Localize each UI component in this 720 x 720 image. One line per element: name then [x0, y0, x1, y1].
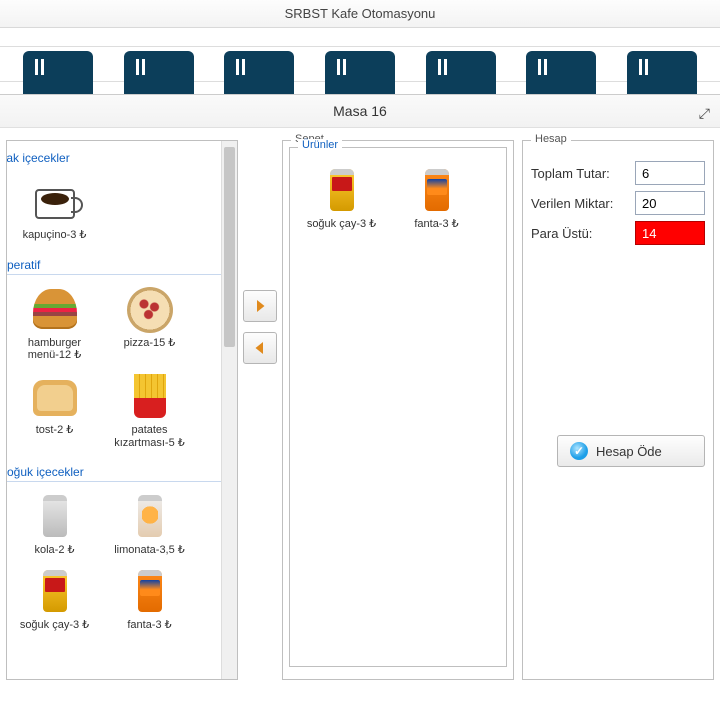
modal-titlebar: Masa 16 ⤢: [0, 95, 720, 128]
product-label: pizza-15 ₺: [124, 337, 176, 349]
product-label: fanta-3 ₺: [127, 619, 171, 631]
pizza-icon: [127, 287, 173, 333]
pay-button[interactable]: ✓ Hesap Öde: [557, 435, 705, 467]
category-hot-drinks: Sıcak içecekler: [6, 147, 235, 167]
given-input[interactable]: [635, 191, 705, 215]
product-label: patates kızartması-5 ₺: [114, 424, 185, 449]
fries-icon: [130, 374, 170, 418]
product-limon[interactable]: limonata-3,5 ₺: [102, 488, 197, 563]
lemonade-icon: [138, 495, 162, 537]
category-aperatif: Aperatif: [6, 254, 235, 275]
pay-button-label: Hesap Öde: [596, 444, 662, 459]
burger-icon: [33, 289, 77, 329]
hesap-legend: Hesap: [531, 133, 571, 145]
change-input[interactable]: [635, 221, 705, 245]
total-input[interactable]: [635, 161, 705, 185]
icetea-can-icon: [330, 169, 354, 211]
fanta-can-icon: [138, 570, 162, 612]
basket-item-icetea[interactable]: soğuk çay-3 ₺: [294, 162, 389, 237]
basket-item-label: soğuk çay-3 ₺: [307, 218, 376, 230]
maximize-icon[interactable]: ⤢: [699, 105, 710, 122]
product-fries[interactable]: patates kızartması-5 ₺: [102, 368, 197, 455]
product-label: hamburger menü-12 ₺: [28, 337, 81, 362]
main-toolstrip: [0, 46, 720, 82]
basket-sublegend: Ürünler: [298, 139, 342, 151]
category-cold-drinks: Soğuk içecekler: [6, 461, 235, 482]
product-label: tost-2 ₺: [36, 424, 74, 436]
basket-panel: Sepet Ürünler soğuk çay-3 ₺ fanta-3 ₺: [282, 140, 514, 680]
product-pizza[interactable]: pizza-15 ₺: [102, 281, 197, 368]
app-titlebar: SRBST Kafe Otomasyonu: [0, 0, 720, 28]
chevron-left-icon: [251, 339, 269, 357]
hesap-panel: Hesap Toplam Tutar: Verilen Miktar: Para…: [522, 140, 714, 680]
product-cola[interactable]: kola-2 ₺: [7, 488, 102, 563]
toast-icon: [33, 380, 77, 416]
given-label: Verilen Miktar:: [531, 196, 635, 211]
product-label: kola-2 ₺: [34, 544, 74, 556]
scroll-thumb[interactable]: [224, 147, 235, 347]
basket-item-label: fanta-3 ₺: [414, 218, 458, 230]
product-label: soğuk çay-3 ₺: [20, 619, 89, 631]
given-row: Verilen Miktar:: [531, 191, 705, 215]
chevron-right-icon: [251, 297, 269, 315]
change-label: Para Üstü:: [531, 226, 635, 241]
product-toast[interactable]: tost-2 ₺: [7, 368, 102, 455]
product-label: kapuçino-3 ₺: [23, 229, 87, 241]
check-icon: ✓: [570, 442, 588, 460]
order-modal: Masa 16 ⤢ Sıcak içecekler kapuçino-3 ₺ A…: [0, 94, 720, 720]
total-label: Toplam Tutar:: [531, 166, 635, 181]
basket-inner: Ürünler soğuk çay-3 ₺ fanta-3 ₺: [289, 147, 507, 667]
product-macchiato[interactable]: kapuçino-3 ₺: [7, 173, 102, 248]
icetea-can-icon: [43, 570, 67, 612]
product-fanta[interactable]: fanta-3 ₺: [102, 563, 197, 638]
products-panel: Sıcak içecekler kapuçino-3 ₺ Aperatif ha…: [6, 140, 238, 680]
product-icetea[interactable]: soğuk çay-3 ₺: [7, 563, 102, 638]
coffee-mug-icon: [35, 189, 75, 219]
transfer-arrows: [238, 140, 282, 705]
remove-from-basket-button[interactable]: [243, 332, 277, 364]
product-burger[interactable]: hamburger menü-12 ₺: [7, 281, 102, 368]
app-title: SRBST Kafe Otomasyonu: [285, 6, 436, 21]
product-label: limonata-3,5 ₺: [114, 544, 185, 556]
change-row: Para Üstü:: [531, 221, 705, 245]
add-to-basket-button[interactable]: [243, 290, 277, 322]
products-scrollbar[interactable]: [221, 141, 237, 679]
modal-title-text: Masa 16: [333, 103, 387, 119]
cola-can-icon: [43, 495, 67, 537]
total-row: Toplam Tutar:: [531, 161, 705, 185]
fanta-can-icon: [425, 169, 449, 211]
basket-item-fanta[interactable]: fanta-3 ₺: [389, 162, 484, 237]
